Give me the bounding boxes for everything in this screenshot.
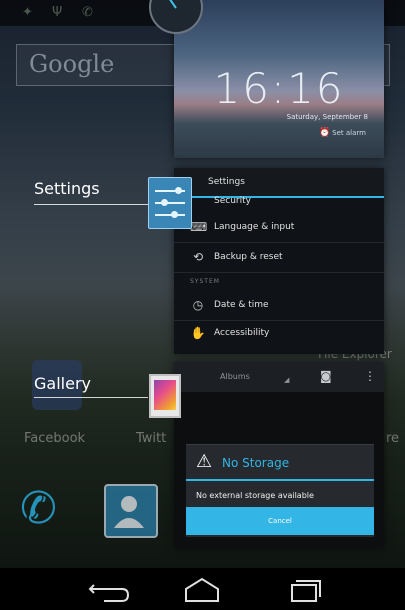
task-label-gallery: Gallery xyxy=(34,374,91,393)
back-button[interactable] xyxy=(80,573,140,605)
settings-item-label: Backup & reset xyxy=(214,252,283,262)
recent-apps-icon xyxy=(291,580,321,602)
settings-item-label: Accessibility xyxy=(214,328,270,338)
clock-icon: ◷ xyxy=(192,298,204,312)
settings-section-header: SYSTEM xyxy=(190,278,220,285)
cancel-button[interactable]: Cancel xyxy=(186,507,374,535)
dialog-header: ⚠ No Storage xyxy=(186,445,374,481)
gallery-albums-label: Albums xyxy=(220,372,250,381)
clock-date: Saturday, September 8 xyxy=(286,113,368,121)
phone-icon: ✆ xyxy=(82,5,93,20)
clock-task-card[interactable]: 16:16 Saturday, September 8 ⏰ Set alarm xyxy=(174,0,384,158)
app-label-partial: re xyxy=(386,431,400,446)
dock-contacts-icon[interactable] xyxy=(104,484,158,538)
home-button[interactable] xyxy=(172,573,232,605)
gallery-app-icon xyxy=(149,374,181,418)
dialog-message: No external storage available xyxy=(196,491,314,500)
task-label-divider xyxy=(34,204,148,205)
warning-icon: ⚠ xyxy=(196,451,213,472)
clock-alarm: ⏰ Set alarm xyxy=(319,128,366,138)
clock-hand xyxy=(164,0,177,9)
camera-icon: ◙ xyxy=(320,369,332,383)
task-label-settings: Settings xyxy=(34,179,100,198)
keyboard-icon: ⌨ xyxy=(190,220,208,234)
settings-item-label: Date & time xyxy=(214,300,269,310)
settings-item-backup[interactable]: ⟲ Backup & reset xyxy=(174,244,384,273)
alarm-label: Set alarm xyxy=(332,129,366,137)
dropdown-icon: ◢ xyxy=(284,376,290,384)
settings-item-date-time[interactable]: ◷ Date & time xyxy=(174,292,384,321)
task-label-divider xyxy=(34,397,148,398)
backup-icon: ⟲ xyxy=(192,250,204,264)
gallery-action-bar: Albums ◢ ◙ ⋮ xyxy=(174,362,384,392)
google-logo: Google xyxy=(29,50,115,78)
settings-item-label: Language & input xyxy=(214,222,295,232)
usb-icon: ✦ xyxy=(22,5,33,20)
back-icon xyxy=(88,584,130,602)
dock-phone-icon[interactable]: ✆ xyxy=(20,484,70,534)
settings-item-language[interactable]: ⌨ Language & input xyxy=(174,214,384,243)
settings-item-label: Security xyxy=(214,196,251,206)
settings-app-icon xyxy=(148,177,192,229)
settings-item-accessibility[interactable]: ✋ Accessibility xyxy=(174,320,384,348)
app-label-twitter: Twitt xyxy=(136,431,167,446)
settings-task-card[interactable]: Settings Security ⌨ Language & input ⟲ B… xyxy=(174,168,384,354)
usb-debug-icon: Ψ xyxy=(52,5,63,20)
overflow-menu-icon: ⋮ xyxy=(364,369,376,383)
hand-icon: ✋ xyxy=(190,326,206,340)
no-storage-dialog: ⚠ No Storage No external storage availab… xyxy=(186,444,374,537)
recent-apps-button[interactable] xyxy=(274,573,334,605)
clock-time: 16:16 xyxy=(213,64,345,113)
navigation-bar xyxy=(0,568,405,610)
alarm-icon: ⏰ xyxy=(318,128,331,138)
settings-item-security[interactable]: Security xyxy=(174,186,384,210)
dialog-title: No Storage xyxy=(222,456,290,470)
home-icon xyxy=(185,577,219,602)
gallery-photo xyxy=(154,380,176,410)
app-label-facebook: Facebook xyxy=(24,431,86,446)
